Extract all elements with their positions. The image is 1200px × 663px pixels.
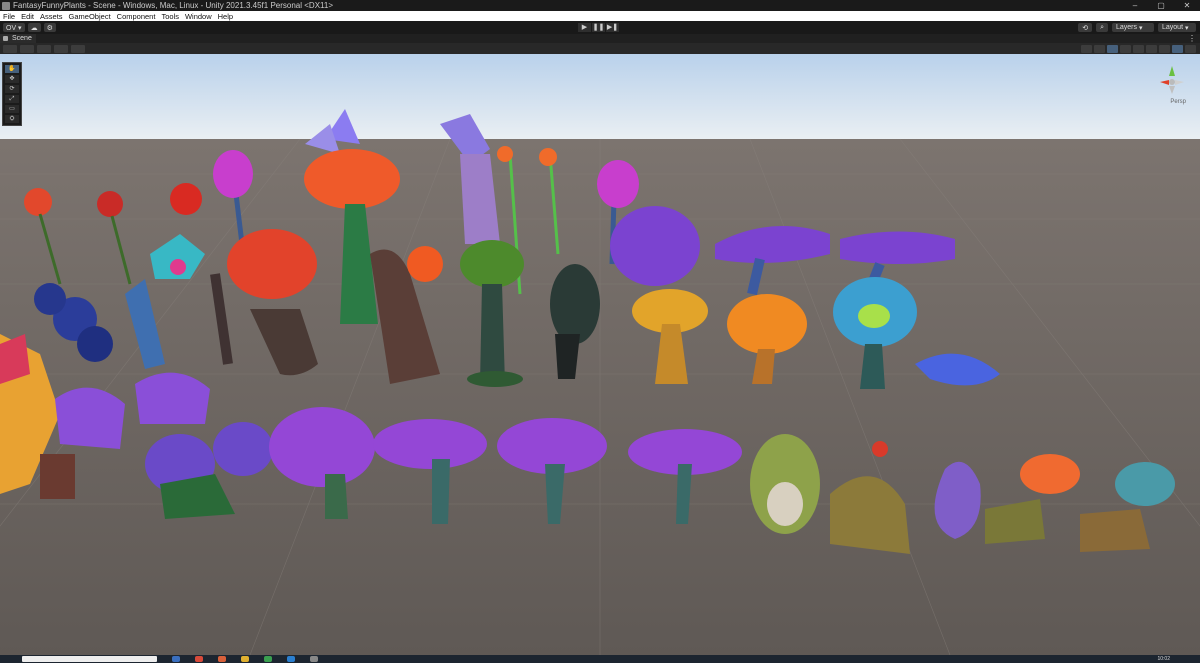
search-icon[interactable]: ⌕ <box>1096 23 1108 32</box>
cloud-icon[interactable]: ☁ <box>27 23 41 32</box>
pause-button[interactable]: ❚❚ <box>592 23 605 32</box>
taskbar-app-icon[interactable] <box>310 656 318 662</box>
gizmo-x-axis[interactable] <box>1160 80 1169 85</box>
tab-scene-label: Scene <box>12 35 32 42</box>
audio-toggle-icon[interactable] <box>1120 44 1131 53</box>
layout-dropdown[interactable]: Layout ▾ <box>1158 23 1196 32</box>
step-button[interactable]: ▶❚ <box>606 23 619 32</box>
taskbar-app-icon[interactable] <box>172 656 180 662</box>
shading-mode-icon[interactable] <box>1081 44 1092 53</box>
window-title: FantasyFunnyPlants - Scene - Windows, Ma… <box>13 1 334 10</box>
os-taskbar: 10:02 <box>0 655 1200 663</box>
menu-edit[interactable]: Edit <box>18 12 37 21</box>
menu-component[interactable]: Component <box>114 12 159 21</box>
scene-tab-bar: Scene ⋮ <box>0 34 1200 43</box>
minimize-button[interactable]: – <box>1122 0 1148 11</box>
taskbar-app-icon[interactable] <box>195 656 203 662</box>
maximize-button[interactable]: ▢ <box>1148 0 1174 11</box>
camera-settings-icon[interactable] <box>1159 44 1170 53</box>
taskbar-app-icon[interactable] <box>241 656 249 662</box>
layers-dropdown[interactable]: Layers ▾ <box>1112 23 1154 32</box>
scene-viewport[interactable]: ✋ ✥ ⟳ ⤢ ▭ ⛭ Persp <box>0 54 1200 655</box>
main-toolbar: OV ▾ ☁ ⚙ ▶ ❚❚ ▶❚ ⟲ ⌕ Layers ▾ Layout ▾ <box>0 21 1200 34</box>
title-bar: FantasyFunnyPlants - Scene - Windows, Ma… <box>0 0 1200 11</box>
2d-toggle-icon[interactable] <box>1094 44 1105 53</box>
menu-gameobject[interactable]: GameObject <box>66 12 114 21</box>
menu-help[interactable]: Help <box>215 12 236 21</box>
more-options-icon[interactable] <box>1185 44 1196 53</box>
scale-tool-icon[interactable]: ⤢ <box>5 95 19 103</box>
rotate-tool-icon[interactable]: ⟳ <box>5 85 19 93</box>
unity-logo-icon <box>2 1 10 10</box>
transform-tool-icon[interactable]: ⛭ <box>5 115 19 123</box>
gizmo-center[interactable] <box>1169 79 1175 85</box>
account-dropdown[interactable]: OV ▾ <box>3 23 25 32</box>
taskbar-app-icon[interactable] <box>264 656 272 662</box>
window-controls: – ▢ ✕ <box>1122 0 1200 11</box>
view-tool-icon[interactable]: ✋ <box>5 65 19 73</box>
lighting-toggle-icon[interactable] <box>1107 44 1118 53</box>
move-tool-icon[interactable]: ✥ <box>5 75 19 83</box>
menu-bar: File Edit Assets GameObject Component To… <box>0 11 1200 21</box>
tab-menu-icon[interactable]: ⋮ <box>1188 34 1196 43</box>
taskbar-search[interactable] <box>22 656 157 662</box>
hidden-objects-icon[interactable] <box>1146 44 1157 53</box>
scene-render <box>0 54 1200 655</box>
tab-scene[interactable]: Scene <box>0 34 36 43</box>
menu-assets[interactable]: Assets <box>37 12 66 21</box>
play-controls: ▶ ❚❚ ▶❚ <box>578 23 620 32</box>
gizmo-neg-x-axis[interactable] <box>1175 80 1184 85</box>
increment-snap-dropdown[interactable] <box>54 44 68 53</box>
taskbar-app-icon[interactable] <box>287 656 295 662</box>
grid-dropdown[interactable] <box>71 44 85 53</box>
gizmo-y-axis[interactable] <box>1169 66 1175 76</box>
menu-tools[interactable]: Tools <box>158 12 182 21</box>
scene-icon <box>3 36 8 41</box>
scene-view-toolbar <box>0 43 1200 54</box>
gizmos-icon[interactable] <box>1172 44 1183 53</box>
toolbar-right: ⟲ ⌕ Layers ▾ Layout ▾ <box>1074 23 1196 32</box>
rect-tool-icon[interactable]: ▭ <box>5 105 19 113</box>
taskbar-app-icon[interactable] <box>218 656 226 662</box>
transform-tool-panel: ✋ ✥ ⟳ ⤢ ▭ ⛭ <box>2 62 22 126</box>
layers-label: Layers <box>1116 24 1138 31</box>
plant-green-skull-mushroom <box>750 434 820 534</box>
scene-view-options <box>1079 44 1196 53</box>
grid-snap-dropdown[interactable] <box>37 44 51 53</box>
menu-file[interactable]: File <box>0 12 18 21</box>
gizmo-neg-y-axis[interactable] <box>1169 86 1175 94</box>
close-button[interactable]: ✕ <box>1174 0 1200 11</box>
play-button[interactable]: ▶ <box>578 23 591 32</box>
pivot-dropdown[interactable] <box>20 44 34 53</box>
layout-label: Layout <box>1162 24 1184 31</box>
taskbar-clock[interactable]: 10:02 <box>1157 656 1170 662</box>
effects-icon[interactable] <box>1133 44 1144 53</box>
menu-window[interactable]: Window <box>182 12 215 21</box>
gizmo-persp-label[interactable]: Persp <box>1170 99 1186 105</box>
draw-mode-dropdown[interactable] <box>3 44 17 53</box>
history-icon[interactable]: ⟲ <box>1078 23 1093 32</box>
services-icon[interactable]: ⚙ <box>43 23 56 32</box>
